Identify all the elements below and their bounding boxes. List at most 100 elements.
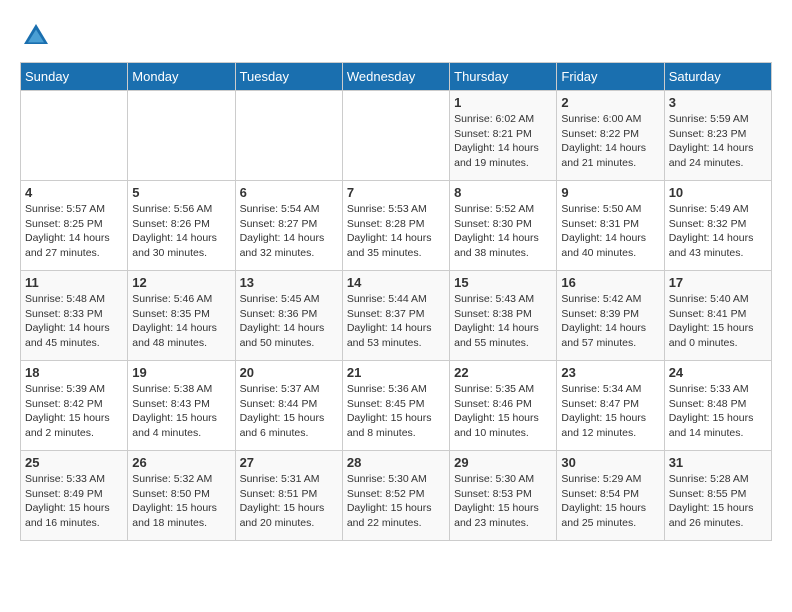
- day-info: Sunrise: 5:34 AM Sunset: 8:47 PM Dayligh…: [561, 382, 659, 441]
- day-number: 17: [669, 275, 767, 290]
- calendar-cell: 23Sunrise: 5:34 AM Sunset: 8:47 PM Dayli…: [557, 361, 664, 451]
- day-info: Sunrise: 5:38 AM Sunset: 8:43 PM Dayligh…: [132, 382, 230, 441]
- day-number: 14: [347, 275, 445, 290]
- days-of-week-row: SundayMondayTuesdayWednesdayThursdayFrid…: [21, 63, 772, 91]
- calendar-cell: 26 Sunrise: 5:32 AM Sunset: 8:50 PM Dayli…: [128, 451, 235, 541]
- day-number: 16: [561, 275, 659, 290]
- calendar-cell: 4 Sunrise: 5:57 AM Sunset: 8:25 PM Daylig…: [21, 181, 128, 271]
- calendar-cell: 5 Sunrise: 5:56 AM Sunset: 8:26 PM Daylig…: [128, 181, 235, 271]
- day-info: Sunrise: 5:35 AM Sunset: 8:46 PM Dayligh…: [454, 382, 552, 441]
- calendar-week-row: 25Sunrise: 5:33 AM Sunset: 8:49 PM Dayli…: [21, 451, 772, 541]
- day-number: 21: [347, 365, 445, 380]
- calendar-cell: 2 Sunrise: 6:00 AM Sunset: 8:22 PM Daylig…: [557, 91, 664, 181]
- day-number: 19: [132, 365, 230, 380]
- calendar-cell: [21, 91, 128, 181]
- day-info: Sunrise: 5:57 AM Sunset: 8:25 PM Dayligh…: [25, 202, 123, 261]
- day-number: 28: [347, 455, 445, 470]
- calendar-cell: 14 Sunrise: 5:44 AM Sunset: 8:37 PM Dayli…: [342, 271, 449, 361]
- calendar-cell: 27Sunrise: 5:31 AM Sunset: 8:51 PM Dayli…: [235, 451, 342, 541]
- day-of-week-header: Wednesday: [342, 63, 449, 91]
- calendar-cell: 11 Sunrise: 5:48 AM Sunset: 8:33 PM Dayli…: [21, 271, 128, 361]
- calendar-week-row: 4 Sunrise: 5:57 AM Sunset: 8:25 PM Daylig…: [21, 181, 772, 271]
- day-info: Sunrise: 5:36 AM Sunset: 8:45 PM Dayligh…: [347, 382, 445, 441]
- day-info: Sunrise: 6:00 AM Sunset: 8:22 PM Dayligh…: [561, 112, 659, 171]
- day-number: 7: [347, 185, 445, 200]
- day-of-week-header: Thursday: [450, 63, 557, 91]
- day-info: Sunrise: 5:39 AM Sunset: 8:42 PM Dayligh…: [25, 382, 123, 441]
- calendar-cell: 15Sunrise: 5:43 AM Sunset: 8:38 PM Dayli…: [450, 271, 557, 361]
- logo: [20, 20, 56, 52]
- day-info: Sunrise: 5:44 AM Sunset: 8:37 PM Dayligh…: [347, 292, 445, 351]
- calendar-cell: [342, 91, 449, 181]
- day-info: Sunrise: 5:33 AM Sunset: 8:48 PM Dayligh…: [669, 382, 767, 441]
- day-info: Sunrise: 5:30 AM Sunset: 8:53 PM Dayligh…: [454, 472, 552, 531]
- calendar-week-row: 18 Sunrise: 5:39 AM Sunset: 8:42 PM Dayli…: [21, 361, 772, 451]
- calendar-cell: 22 Sunrise: 5:35 AM Sunset: 8:46 PM Dayli…: [450, 361, 557, 451]
- day-info: Sunrise: 5:54 AM Sunset: 8:27 PM Dayligh…: [240, 202, 338, 261]
- calendar-week-row: 1Sunrise: 6:02 AM Sunset: 8:21 PM Daylig…: [21, 91, 772, 181]
- calendar-cell: 21 Sunrise: 5:36 AM Sunset: 8:45 PM Dayli…: [342, 361, 449, 451]
- calendar-cell: 12 Sunrise: 5:46 AM Sunset: 8:35 PM Dayli…: [128, 271, 235, 361]
- day-number: 2: [561, 95, 659, 110]
- day-number: 3: [669, 95, 767, 110]
- day-info: Sunrise: 5:40 AM Sunset: 8:41 PM Dayligh…: [669, 292, 767, 351]
- calendar-cell: 13Sunrise: 5:45 AM Sunset: 8:36 PM Dayli…: [235, 271, 342, 361]
- day-info: Sunrise: 5:56 AM Sunset: 8:26 PM Dayligh…: [132, 202, 230, 261]
- day-info: Sunrise: 5:42 AM Sunset: 8:39 PM Dayligh…: [561, 292, 659, 351]
- day-info: Sunrise: 5:49 AM Sunset: 8:32 PM Dayligh…: [669, 202, 767, 261]
- day-number: 6: [240, 185, 338, 200]
- page-header: [20, 20, 772, 52]
- calendar-cell: 30 Sunrise: 5:29 AM Sunset: 8:54 PM Dayli…: [557, 451, 664, 541]
- calendar-cell: 25Sunrise: 5:33 AM Sunset: 8:49 PM Dayli…: [21, 451, 128, 541]
- calendar-cell: 9 Sunrise: 5:50 AM Sunset: 8:31 PM Daylig…: [557, 181, 664, 271]
- day-info: Sunrise: 5:32 AM Sunset: 8:50 PM Dayligh…: [132, 472, 230, 531]
- calendar-cell: [235, 91, 342, 181]
- calendar-cell: 3 Sunrise: 5:59 AM Sunset: 8:23 PM Daylig…: [664, 91, 771, 181]
- calendar-week-row: 11 Sunrise: 5:48 AM Sunset: 8:33 PM Dayli…: [21, 271, 772, 361]
- day-info: Sunrise: 6:02 AM Sunset: 8:21 PM Dayligh…: [454, 112, 552, 171]
- calendar-cell: 8 Sunrise: 5:52 AM Sunset: 8:30 PM Daylig…: [450, 181, 557, 271]
- day-number: 24: [669, 365, 767, 380]
- calendar-cell: 28 Sunrise: 5:30 AM Sunset: 8:52 PM Dayli…: [342, 451, 449, 541]
- day-info: Sunrise: 5:48 AM Sunset: 8:33 PM Dayligh…: [25, 292, 123, 351]
- logo-icon: [20, 20, 52, 52]
- day-number: 18: [25, 365, 123, 380]
- day-number: 15: [454, 275, 552, 290]
- day-of-week-header: Sunday: [21, 63, 128, 91]
- day-info: Sunrise: 5:28 AM Sunset: 8:55 PM Dayligh…: [669, 472, 767, 531]
- day-info: Sunrise: 5:59 AM Sunset: 8:23 PM Dayligh…: [669, 112, 767, 171]
- day-number: 31: [669, 455, 767, 470]
- day-of-week-header: Saturday: [664, 63, 771, 91]
- day-info: Sunrise: 5:29 AM Sunset: 8:54 PM Dayligh…: [561, 472, 659, 531]
- day-number: 20: [240, 365, 338, 380]
- day-number: 11: [25, 275, 123, 290]
- day-number: 13: [240, 275, 338, 290]
- day-number: 30: [561, 455, 659, 470]
- calendar-cell: 6 Sunrise: 5:54 AM Sunset: 8:27 PM Daylig…: [235, 181, 342, 271]
- day-info: Sunrise: 5:46 AM Sunset: 8:35 PM Dayligh…: [132, 292, 230, 351]
- day-info: Sunrise: 5:30 AM Sunset: 8:52 PM Dayligh…: [347, 472, 445, 531]
- day-info: Sunrise: 5:52 AM Sunset: 8:30 PM Dayligh…: [454, 202, 552, 261]
- day-number: 26: [132, 455, 230, 470]
- calendar-cell: 20 Sunrise: 5:37 AM Sunset: 8:44 PM Dayli…: [235, 361, 342, 451]
- calendar-cell: 29Sunrise: 5:30 AM Sunset: 8:53 PM Dayli…: [450, 451, 557, 541]
- calendar-cell: [128, 91, 235, 181]
- calendar-cell: 31 Sunrise: 5:28 AM Sunset: 8:55 PM Dayli…: [664, 451, 771, 541]
- calendar-table: SundayMondayTuesdayWednesdayThursdayFrid…: [20, 62, 772, 541]
- day-info: Sunrise: 5:53 AM Sunset: 8:28 PM Dayligh…: [347, 202, 445, 261]
- day-info: Sunrise: 5:50 AM Sunset: 8:31 PM Dayligh…: [561, 202, 659, 261]
- day-number: 4: [25, 185, 123, 200]
- calendar-cell: 7 Sunrise: 5:53 AM Sunset: 8:28 PM Daylig…: [342, 181, 449, 271]
- day-number: 9: [561, 185, 659, 200]
- calendar-cell: 17 Sunrise: 5:40 AM Sunset: 8:41 PM Dayli…: [664, 271, 771, 361]
- day-info: Sunrise: 5:37 AM Sunset: 8:44 PM Dayligh…: [240, 382, 338, 441]
- day-number: 8: [454, 185, 552, 200]
- calendar-cell: 16 Sunrise: 5:42 AM Sunset: 8:39 PM Dayli…: [557, 271, 664, 361]
- day-of-week-header: Monday: [128, 63, 235, 91]
- day-number: 5: [132, 185, 230, 200]
- day-number: 22: [454, 365, 552, 380]
- day-of-week-header: Tuesday: [235, 63, 342, 91]
- day-number: 12: [132, 275, 230, 290]
- calendar-body: 1Sunrise: 6:02 AM Sunset: 8:21 PM Daylig…: [21, 91, 772, 541]
- calendar-cell: 1Sunrise: 6:02 AM Sunset: 8:21 PM Daylig…: [450, 91, 557, 181]
